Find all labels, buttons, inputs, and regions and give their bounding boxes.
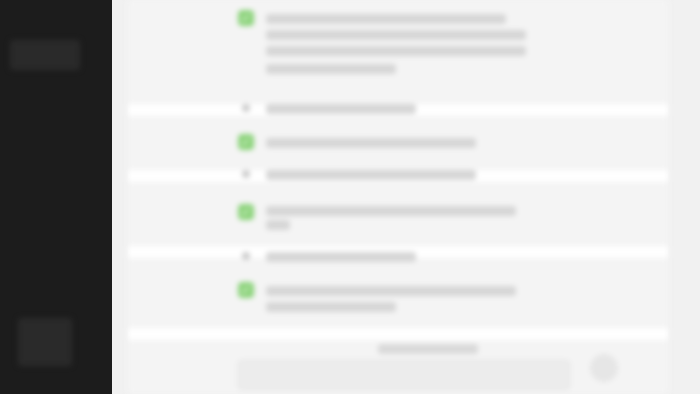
check-icon[interactable]: ✓: [238, 204, 254, 220]
dot-icon: [242, 170, 250, 178]
item-text: [266, 64, 396, 74]
item-text: [266, 46, 526, 56]
row-separator: [128, 328, 668, 340]
item-text: [266, 30, 526, 40]
checklist-panel: ✓ ✓ ✓ ✓: [128, 0, 668, 394]
checklist-item[interactable]: [238, 248, 538, 266]
dot-icon: [242, 252, 250, 260]
dot-icon: [242, 104, 250, 112]
sidebar: [0, 0, 112, 394]
sidebar-block: [18, 318, 72, 366]
main-panel: ✓ ✓ ✓ ✓: [112, 0, 700, 394]
item-text: [266, 286, 516, 296]
checklist-item[interactable]: [238, 166, 538, 184]
app-window: ✓ ✓ ✓ ✓: [0, 0, 700, 394]
check-icon[interactable]: ✓: [238, 10, 254, 26]
item-text: [266, 14, 506, 24]
checklist-item[interactable]: ✓: [238, 204, 538, 232]
item-text: [266, 104, 416, 114]
checklist-item[interactable]: [238, 100, 538, 118]
footer-label: [378, 344, 478, 354]
item-text: [266, 170, 476, 180]
sidebar-block: [10, 40, 80, 70]
checklist-item[interactable]: ✓: [238, 10, 538, 80]
message-input[interactable]: [238, 360, 570, 390]
item-text: [266, 220, 290, 230]
send-icon[interactable]: [590, 354, 618, 382]
check-icon[interactable]: ✓: [238, 282, 254, 298]
checklist-item[interactable]: ✓: [238, 282, 538, 312]
checklist-item[interactable]: ✓: [238, 134, 538, 154]
check-icon[interactable]: ✓: [238, 134, 254, 150]
item-text: [266, 138, 476, 148]
item-text: [266, 206, 516, 216]
item-text: [266, 252, 416, 262]
item-text: [266, 302, 396, 312]
